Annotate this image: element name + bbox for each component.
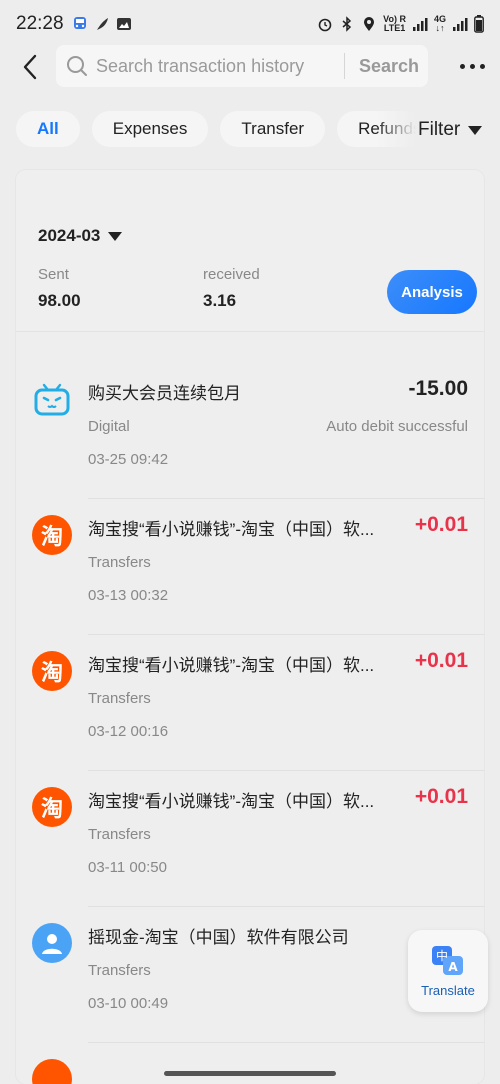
filter-label: Filter [418,119,461,140]
transaction-time: 03-13 00:32 [88,587,169,604]
train-icon [73,17,86,29]
transaction-row[interactable]: 淘 淘宝搜“看小说赚钱”-淘宝（中国）软... +0.01 Transfers … [16,499,484,635]
feather-icon [96,18,108,30]
next-row-peek [32,1059,72,1084]
sent-label: Sent [38,266,69,283]
analysis-button[interactable]: Analysis [387,270,477,314]
translate-button[interactable]: 中 A Translate [408,930,488,1012]
transaction-amount: +0.01 [414,513,468,536]
person-icon [32,923,72,963]
bilibili-icon [32,379,72,419]
status-bar: 22:28 Vo) R LTE1 4G ↓↑ [0,0,500,48]
status-right-icons: Vo) R LTE1 4G ↓↑ [317,15,484,33]
signal-icon-2 [453,18,468,31]
location-icon [364,17,375,31]
chevron-left-icon [23,54,37,80]
translate-glyph-a: A [448,960,458,974]
caret-down-icon [108,231,123,241]
status-time: 22:28 [16,13,64,34]
row-divider [88,1042,484,1043]
translate-icon: 中 A [432,945,463,975]
header-bar: Search [0,44,500,90]
transaction-category: Transfers [88,554,151,571]
search-box[interactable]: Search [56,45,428,87]
transaction-title: 摇现金-淘宝（中国）软件有限公司 [88,928,349,947]
search-divider [344,53,345,79]
translate-glyph-zh: 中 [436,948,448,963]
transaction-category: Transfers [88,826,151,843]
sent-value: 98.00 [38,291,81,310]
taobao-icon: 淘 [32,651,72,691]
transaction-category: Transfers [88,962,151,979]
more-options-button[interactable] [452,54,492,78]
transaction-title: 淘宝搜“看小说赚钱”-淘宝（中国）软... [88,792,375,811]
network-indicator-2: 4G ↓↑ [434,15,446,33]
signal-icon-1 [412,18,428,31]
transaction-row[interactable]: 购买大会员连续包月 -15.00 Digital Auto debit succ… [16,363,484,499]
month-label: 2024-03 [38,226,101,245]
transaction-category: Digital [88,418,130,435]
more-dot-icon [469,63,475,69]
transaction-amount: +0.01 [414,649,468,672]
home-indicator[interactable] [164,1071,336,1076]
alarm-icon [318,18,332,32]
transaction-time: 03-25 09:42 [88,451,169,468]
transaction-title: 淘宝搜“看小说赚钱”-淘宝（中国）软... [88,656,375,675]
transaction-title: 购买大会员连续包月 [88,384,241,403]
tab-all[interactable]: All [16,111,80,147]
filter-button[interactable]: Filter [418,118,483,142]
received-label: received [203,266,260,283]
month-selector[interactable]: 2024-03 [38,226,123,246]
image-icon [116,18,131,30]
transaction-time: 03-10 00:49 [88,995,169,1012]
back-button[interactable] [8,45,52,89]
translate-label: Translate [421,982,475,998]
filter-tabs: All Expenses Transfer Refunds [16,111,416,147]
more-dot-icon [479,63,485,69]
received-value: 3.16 [203,291,237,310]
transaction-row[interactable]: 淘 淘宝搜“看小说赚钱”-淘宝（中国）软... +0.01 Transfers … [16,771,484,907]
network-indicator-1: Vo) R LTE1 [383,15,406,33]
transaction-time: 03-12 00:16 [88,723,169,740]
taobao-icon: 淘 [32,787,72,827]
taobao-icon [32,1059,72,1084]
more-dot-icon [459,63,465,69]
search-icon [67,56,87,76]
transaction-row[interactable]: 淘 淘宝搜“看小说赚钱”-淘宝（中国）软... +0.01 Transfers … [16,635,484,771]
status-left-icons [72,16,132,32]
transaction-category: Transfers [88,690,151,707]
search-input[interactable] [96,55,336,77]
transaction-status: Auto debit successful [326,418,468,435]
transaction-title: 淘宝搜“看小说赚钱”-淘宝（中国）软... [88,520,375,539]
caret-down-icon [468,125,483,135]
bluetooth-icon [342,16,352,32]
tab-transfer[interactable]: Transfer [220,111,326,147]
monthly-summary: 2024-03 Sent 98.00 received 3.16 Analysi… [16,170,484,332]
search-button[interactable]: Search [359,56,419,77]
transaction-amount: +0.01 [414,785,468,808]
transaction-time: 03-11 00:50 [88,859,167,876]
taobao-icon: 淘 [32,515,72,555]
received-stat: received 3.16 [203,266,260,311]
battery-icon [474,15,484,33]
network-label-bottom: LTE1 [383,23,406,33]
tab-expenses[interactable]: Expenses [91,111,209,147]
network2-label-bottom: ↓↑ [435,23,445,33]
tabs-fade-overlay [376,108,416,150]
transaction-amount: -15.00 [408,377,468,400]
sent-stat: Sent 98.00 [38,266,81,311]
